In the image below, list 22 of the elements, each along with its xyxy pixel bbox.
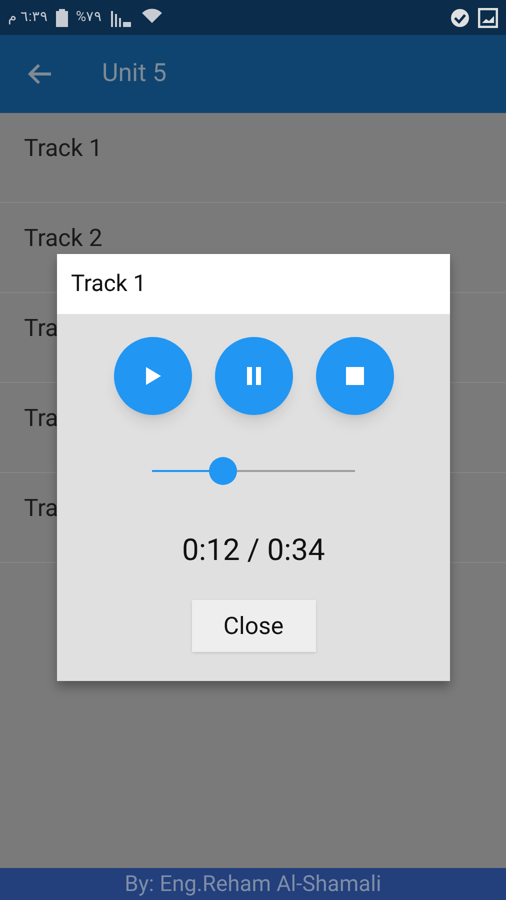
time-readout: 0:12 / 0:34 bbox=[182, 532, 325, 570]
seek-slider[interactable] bbox=[152, 457, 355, 485]
battery-icon bbox=[56, 8, 68, 26]
track-item[interactable]: Track 1 bbox=[24, 136, 102, 160]
pause-icon bbox=[244, 366, 262, 386]
track-item[interactable]: Tra bbox=[24, 406, 58, 430]
seek-thumb[interactable] bbox=[209, 457, 238, 485]
dialog-title: Track 1 bbox=[71, 268, 146, 299]
track-item[interactable]: Track 2 bbox=[24, 226, 102, 250]
screen-title: Unit 5 bbox=[102, 58, 167, 90]
play-icon bbox=[144, 366, 162, 386]
signal-icon bbox=[110, 8, 132, 26]
track-item[interactable]: Tra bbox=[24, 496, 58, 520]
clock-text: ٦:٣٩ م bbox=[8, 8, 48, 27]
check-badge-icon bbox=[450, 8, 470, 28]
close-button[interactable]: Close bbox=[192, 600, 316, 652]
track-item[interactable]: Tra bbox=[24, 316, 58, 340]
back-icon bbox=[27, 63, 53, 85]
battery-text: %٧٩ bbox=[76, 8, 102, 27]
author-credit: By: Eng.Reham Al-Shamali bbox=[124, 870, 382, 898]
image-icon bbox=[478, 8, 498, 28]
stop-icon bbox=[346, 367, 364, 385]
